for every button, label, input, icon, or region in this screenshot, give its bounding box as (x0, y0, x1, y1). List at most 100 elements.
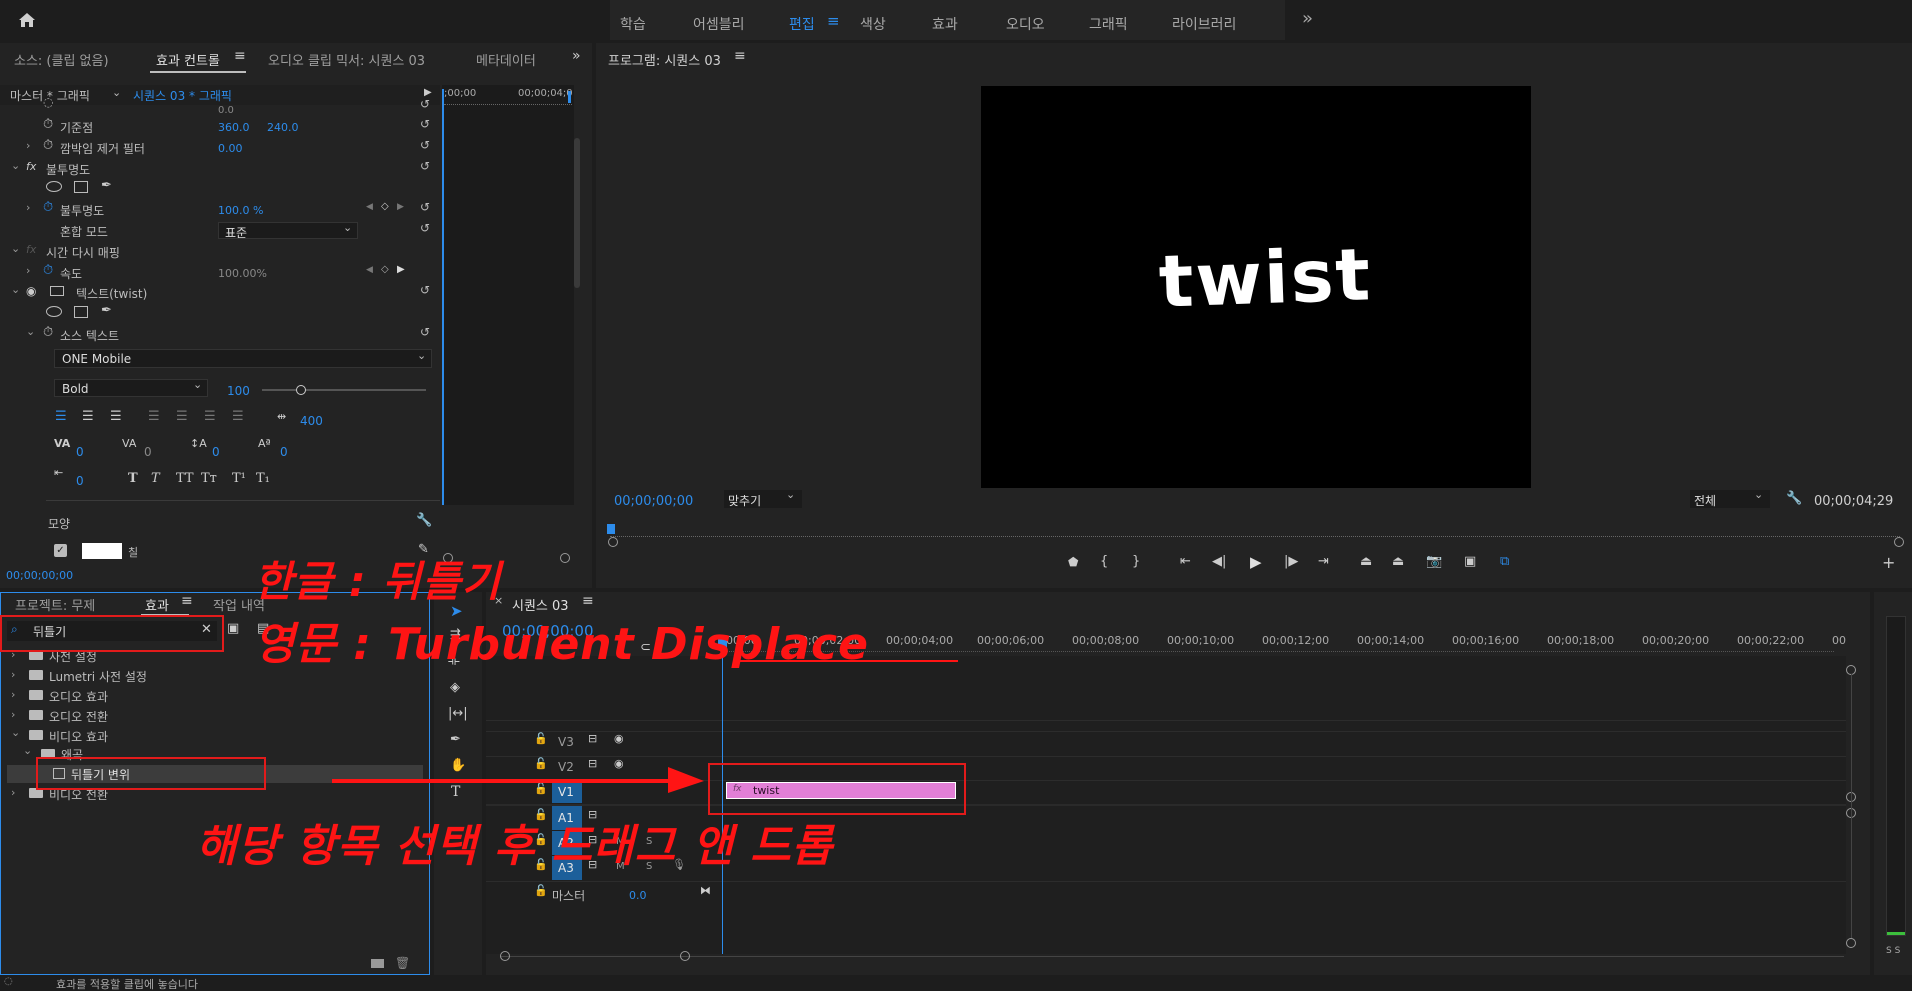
subscript-icon[interactable]: T₁ (256, 471, 270, 486)
reset-icon[interactable]: ↺ (420, 159, 430, 173)
ec-scroll-circle[interactable] (560, 553, 570, 563)
program-timecode[interactable]: 00;00;00;00 (614, 494, 693, 509)
master-end-icon[interactable]: ⧓ (700, 884, 711, 897)
stopwatch-icon[interactable]: ⏱ (43, 117, 53, 132)
accelerated-effects-icon[interactable]: ▣ (227, 621, 239, 636)
ellipse-mask-icon[interactable] (46, 181, 62, 192)
blend-mode-dropdown[interactable]: 표준 ⌄ (218, 221, 358, 240)
extract-icon[interactable]: ⏏ (1392, 554, 1404, 569)
chevron-down-icon[interactable]: ⌄ (112, 86, 121, 99)
master-track-value[interactable]: 0.0 (629, 889, 647, 902)
panel-expand-icon[interactable]: » (572, 48, 581, 64)
tab-source[interactable]: 소스: (클립 없음) (14, 50, 109, 69)
workspace-menu-icon[interactable]: ≡ (827, 12, 840, 30)
anchor-y-value[interactable]: 240.0 (267, 121, 299, 134)
go-to-out-icon[interactable]: ⇥ (1318, 554, 1329, 569)
all-caps-icon[interactable]: TT (176, 471, 194, 486)
ellipse-mask-icon[interactable] (46, 306, 62, 317)
h-scroll-handle-start[interactable] (500, 951, 510, 961)
add-marker-icon[interactable]: ⬟ (1068, 555, 1078, 569)
prev-keyframe-icon[interactable]: ◀ (366, 202, 373, 212)
reset-icon[interactable]: ↺ (420, 138, 430, 152)
eye-icon[interactable]: ◉ (614, 732, 624, 745)
stopwatch-icon[interactable]: ⏱ (43, 325, 53, 340)
leading-value[interactable]: 0 (212, 445, 220, 459)
scrubber-start-circle[interactable] (608, 537, 618, 547)
font-size-slider-track[interactable] (262, 389, 426, 391)
step-forward-icon[interactable]: |▶ (1284, 554, 1298, 569)
justify-center-icon[interactable]: ☰ (176, 409, 188, 424)
small-caps-icon[interactable]: Tт (201, 471, 217, 486)
workspace-tab-edit[interactable]: 편집 (789, 14, 815, 34)
tab-menu-icon[interactable]: ≡ (582, 593, 594, 609)
tree-item-lumetri-presets[interactable]: Lumetri 사전 설정 (49, 668, 147, 685)
justify-right-icon[interactable]: ☰ (204, 409, 216, 424)
fill-color-swatch[interactable] (82, 543, 122, 559)
workspace-tab-assembly[interactable]: 어셈블리 (693, 14, 745, 34)
reset-icon[interactable]: ↺ (420, 283, 430, 297)
home-icon[interactable] (18, 12, 36, 28)
wrench-icon[interactable]: 🔧 (416, 513, 432, 528)
rectangle-mask-icon[interactable] (74, 181, 88, 193)
tab-effect-controls[interactable]: 효과 컨트롤 (156, 50, 220, 69)
v-scroll-handle[interactable] (1846, 938, 1856, 948)
workspace-tab-libraries[interactable]: 라이브러리 (1172, 14, 1236, 34)
faux-italic-icon[interactable]: T (151, 471, 160, 486)
tab-project[interactable]: 프로젝트: 무제 (15, 595, 95, 614)
video-preview[interactable]: twist (981, 86, 1531, 488)
reset-icon[interactable]: ↺ (420, 221, 430, 235)
tab-metadata[interactable]: 메타데이터 (476, 50, 536, 69)
chevron-right-icon[interactable]: › (26, 201, 30, 214)
align-right-icon[interactable]: ☰ (110, 409, 122, 424)
mark-out-icon[interactable]: } (1132, 554, 1140, 569)
reset-icon[interactable]: ↺ (420, 200, 430, 214)
align-left-icon[interactable]: ☰ (55, 409, 67, 424)
vr-icon[interactable]: ⧉ (1500, 554, 1509, 569)
justify-all-icon[interactable]: ☰ (232, 409, 244, 424)
add-keyframe-icon[interactable]: ◇ (381, 264, 389, 275)
baseline-value[interactable]: 0 (280, 445, 288, 459)
font-size-value[interactable]: 100 (227, 384, 250, 398)
stopwatch-icon[interactable]: ◌ (43, 95, 53, 109)
kerning-value[interactable]: 0 (76, 445, 84, 459)
workspace-tab-audio[interactable]: 오디오 (1006, 14, 1045, 34)
panel-menu-icon[interactable]: ≡ (734, 48, 746, 64)
lock-icon[interactable]: 🔓 (534, 884, 548, 897)
font-style-dropdown[interactable]: Bold ⌄ (54, 378, 208, 397)
stopwatch-icon[interactable]: ⏱ (43, 200, 53, 215)
flicker-filter-value[interactable]: 0.00 (218, 142, 243, 155)
justify-left-icon[interactable]: ☰ (148, 409, 160, 424)
chevron-down-icon[interactable]: ⌄ (23, 744, 32, 757)
step-back-icon[interactable]: ◀| (1212, 554, 1226, 569)
stopwatch-icon[interactable]: ⏱ (43, 263, 53, 278)
tab-menu-icon[interactable]: ≡ (234, 48, 246, 64)
tracking-value[interactable]: 400 (300, 414, 323, 428)
tab-menu-icon[interactable]: ≡ (181, 593, 193, 609)
superscript-icon[interactable]: T¹ (232, 471, 246, 486)
chevron-down-icon[interactable]: ⌄ (26, 325, 35, 338)
razor-tool-icon[interactable]: ◈ (450, 680, 460, 695)
add-keyframe-icon[interactable]: ◇ (381, 201, 389, 212)
font-size-slider-handle[interactable] (296, 385, 306, 395)
fill-checkbox[interactable]: ✓ (54, 544, 67, 557)
tree-item-video-effects[interactable]: 비디오 효과 (49, 728, 108, 745)
timeline-h-scrollbar[interactable] (500, 956, 1844, 957)
faux-bold-icon[interactable]: T (128, 471, 138, 486)
opacity-value[interactable]: 100.0 % (218, 204, 263, 217)
program-playhead[interactable] (607, 524, 615, 534)
chevron-down-icon[interactable]: ⌄ (11, 159, 20, 172)
align-center-icon[interactable]: ☰ (82, 409, 94, 424)
program-scrubber[interactable] (610, 529, 1900, 537)
slip-tool-icon[interactable]: |↔| (448, 706, 468, 721)
stopwatch-icon[interactable]: ⏱ (43, 138, 53, 153)
ec-scrollbar[interactable] (574, 138, 580, 288)
track-label-v3[interactable]: V3 (558, 735, 574, 749)
chevron-right-icon[interactable]: › (26, 139, 30, 152)
rectangle-mask-icon[interactable] (74, 306, 88, 318)
workspace-tab-graphics[interactable]: 그래픽 (1089, 14, 1128, 34)
camera-icon[interactable]: 📷 (1426, 554, 1442, 569)
fit-dropdown[interactable]: 맞추기 ⌄ (724, 488, 802, 508)
comparison-view-icon[interactable]: ▣ (1464, 554, 1476, 569)
lock-icon[interactable]: 🔓 (534, 732, 548, 745)
lift-icon[interactable]: ⏏ (1360, 554, 1372, 569)
